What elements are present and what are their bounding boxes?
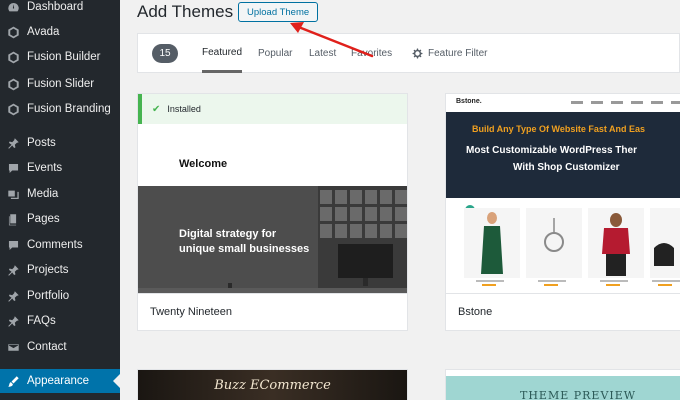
pin-icon	[6, 136, 20, 150]
sidebar-item-label: Comments	[27, 239, 83, 251]
tab-featured[interactable]: Featured	[202, 34, 243, 73]
theme-card-buzz-ecommerce[interactable]: Buzz ECommerce	[137, 369, 408, 400]
preview-title: THEME PREVIEW	[520, 389, 637, 400]
pin-icon	[6, 263, 20, 277]
pages-icon	[6, 212, 20, 226]
sidebar-item-label: Portfolio	[27, 290, 70, 302]
preview-title: Buzz ECommerce	[214, 378, 331, 393]
tab-favorites[interactable]: Favorites	[351, 34, 392, 73]
sidebar-item-fusion-branding[interactable]: Fusion Branding	[0, 97, 120, 121]
theme-preview-image: Digital strategy for unique small busine…	[138, 186, 407, 296]
sidebar-item-comments[interactable]: Comments	[0, 233, 120, 257]
feature-filter-label: Feature Filter	[428, 48, 488, 59]
comment-icon	[6, 238, 20, 252]
sidebar-item-label: Projects	[27, 264, 69, 276]
sidebar-item-contact[interactable]: Contact	[0, 335, 120, 359]
brush-icon	[6, 374, 20, 388]
sidebar-item-label: Contact	[27, 341, 67, 353]
sidebar-item-posts[interactable]: Posts	[0, 131, 120, 155]
admin-sidebar: Dashboard Avada Fusion Builder Fusion Sl…	[0, 0, 120, 400]
theme-name: Bstone	[446, 293, 680, 330]
sidebar-item-pages[interactable]: Pages	[0, 207, 120, 231]
banner-line-3: With Shop Customizer	[513, 162, 620, 173]
sidebar-item-appearance[interactable]: Appearance	[0, 369, 120, 393]
upload-theme-button[interactable]: Upload Theme	[238, 2, 319, 22]
feature-filter-button[interactable]: Feature Filter	[412, 34, 487, 73]
theme-preview-header: Welcome	[138, 124, 407, 186]
product-grid	[446, 198, 680, 296]
tab-latest[interactable]: Latest	[309, 34, 336, 73]
banner-line-1: Build Any Type Of Website Fast And Eas	[472, 124, 646, 134]
installed-notice: ✔ Installed	[138, 94, 407, 124]
media-icon	[6, 187, 20, 201]
sidebar-item-label: FAQs	[27, 315, 56, 327]
sidebar-item-label: Appearance	[27, 375, 90, 387]
dashboard-icon	[6, 0, 20, 14]
sidebar-item-portfolio[interactable]: Portfolio	[0, 284, 120, 308]
preview-nav: Bstone.	[446, 94, 680, 112]
sidebar-item-label: Media	[27, 188, 59, 200]
sidebar-item-fusion-builder[interactable]: Fusion Builder	[0, 45, 120, 69]
theme-card-twenty-nineteen[interactable]: ✔ Installed Welcome Digital strategy for…	[137, 93, 408, 331]
gear-icon	[412, 48, 423, 59]
avada-icon	[6, 25, 20, 39]
pin-icon	[6, 289, 20, 303]
sidebar-item-label: Posts	[27, 137, 56, 149]
theme-count-badge: 15	[152, 44, 178, 63]
sidebar-item-label: Fusion Slider	[27, 78, 95, 90]
tab-popular[interactable]: Popular	[258, 34, 292, 73]
banner-line-2: Most Customizable WordPress Ther	[466, 145, 637, 156]
sidebar-item-label: Avada	[27, 26, 60, 38]
sidebar-item-dashboard[interactable]: Dashboard	[0, 0, 120, 19]
bstone-banner: Build Any Type Of Website Fast And Eas M…	[446, 112, 680, 198]
pin-icon	[6, 314, 20, 328]
comment-icon	[6, 161, 20, 175]
sidebar-item-faqs[interactable]: FAQs	[0, 309, 120, 333]
theme-card-preview[interactable]: THEME PREVIEW	[445, 369, 680, 400]
mail-icon	[6, 340, 20, 354]
bstone-logo: Bstone.	[456, 98, 482, 105]
sidebar-item-fusion-slider[interactable]: Fusion Slider	[0, 72, 120, 96]
fusion-branding-icon	[6, 102, 20, 116]
fusion-slider-icon	[6, 77, 20, 91]
sidebar-item-label: Events	[27, 162, 63, 174]
sidebar-item-label: Fusion Branding	[27, 103, 111, 115]
theme-card-bstone[interactable]: Bstone. Build Any Type Of Website Fast A…	[445, 93, 680, 331]
theme-name: Twenty Nineteen	[138, 293, 407, 330]
product-thumbnails	[464, 205, 680, 286]
sidebar-item-label: Dashboard	[27, 1, 84, 13]
preview-tagline-2: unique small businesses	[179, 243, 310, 255]
fusion-builder-icon	[6, 50, 20, 64]
page-title: Add Themes	[137, 2, 234, 21]
sidebar-item-label: Pages	[27, 213, 60, 225]
office-photo	[138, 186, 407, 296]
preview-heading: Welcome	[179, 158, 228, 170]
theme-filter-bar: 15 Featured Popular Latest Favorites Fea…	[137, 33, 680, 73]
preview-tagline-1: Digital strategy for	[179, 228, 277, 240]
installed-label: Installed	[167, 104, 201, 114]
sidebar-item-avada[interactable]: Avada	[0, 20, 120, 44]
sidebar-item-media[interactable]: Media	[0, 182, 120, 206]
check-icon: ✔	[152, 103, 161, 115]
sidebar-item-projects[interactable]: Projects	[0, 258, 120, 282]
sidebar-item-events[interactable]: Events	[0, 156, 120, 180]
sidebar-item-label: Fusion Builder	[27, 51, 101, 63]
